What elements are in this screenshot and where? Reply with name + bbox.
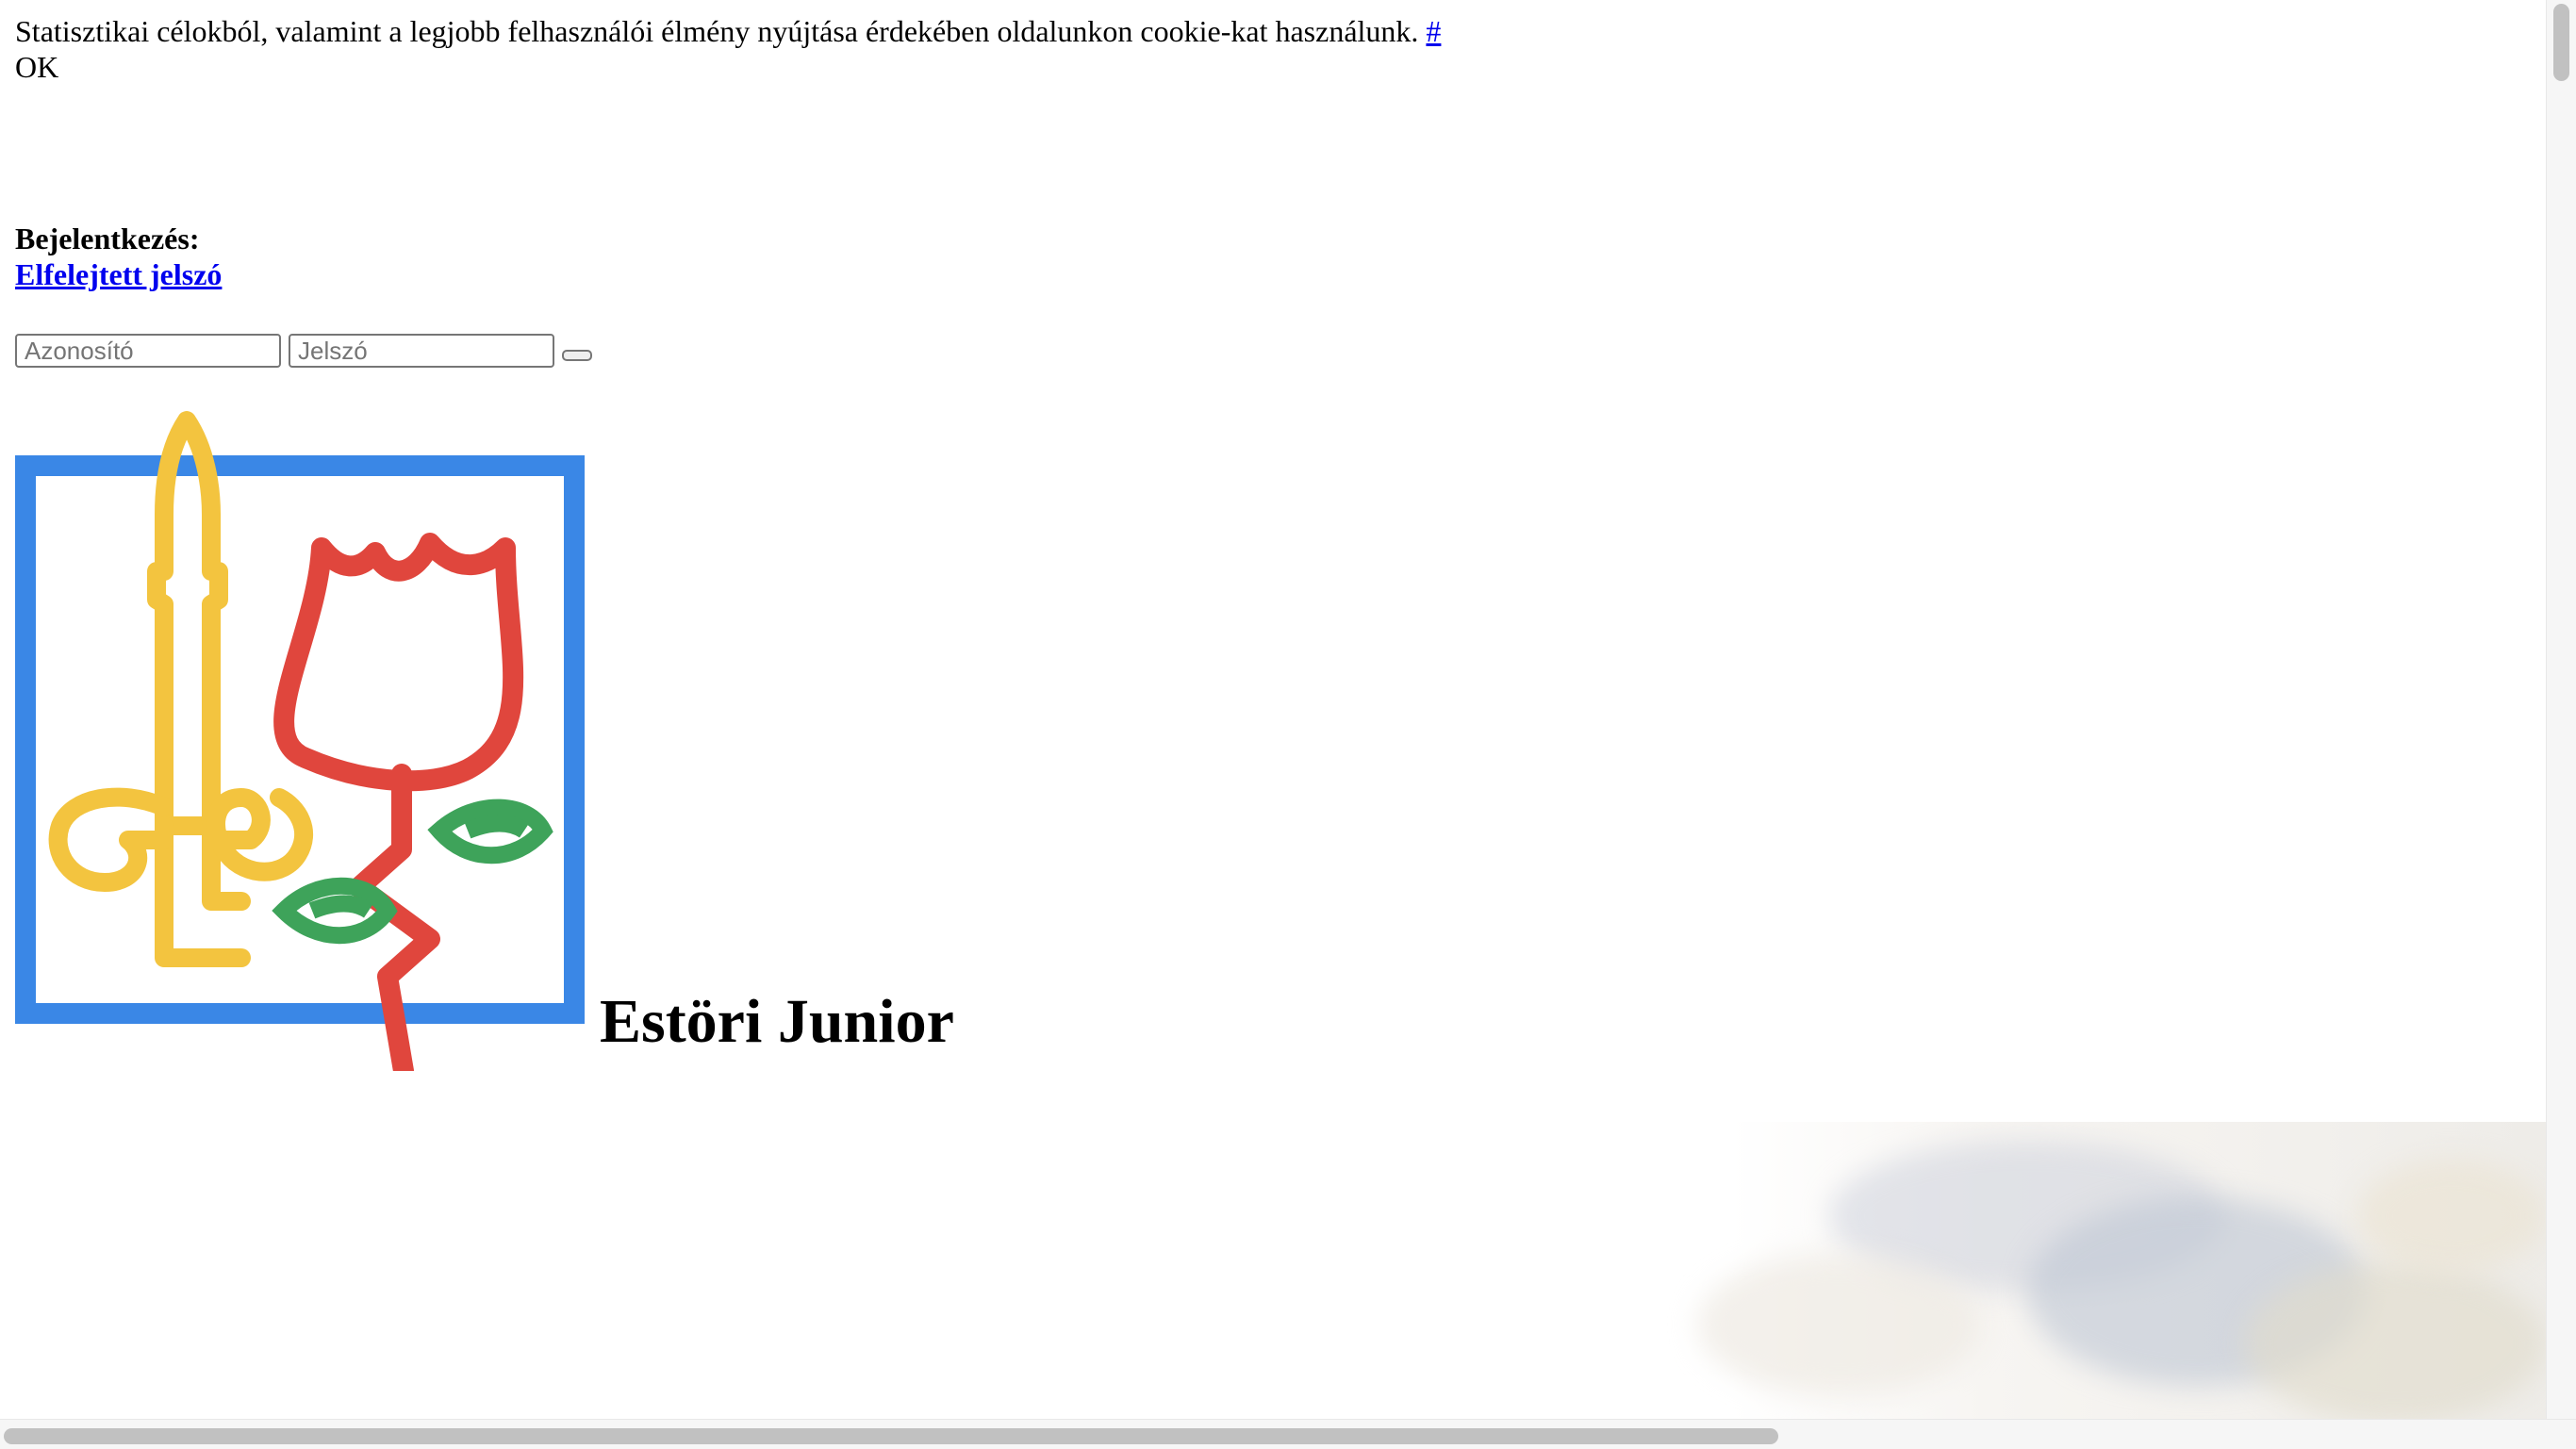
horizontal-scrollbar-thumb[interactable] [4, 1428, 1778, 1444]
horizontal-scrollbar[interactable] [0, 1419, 2576, 1449]
vertical-scrollbar-thumb[interactable] [2553, 4, 2569, 81]
forgot-password-link[interactable]: Elfelejtett jelszó [15, 256, 222, 292]
cloudy-sky-image [0, 1122, 2546, 1419]
cookie-notice-link[interactable]: # [1426, 14, 1441, 48]
login-submit-button[interactable] [562, 350, 592, 361]
site-title: Estöri Junior [600, 987, 954, 1056]
cookie-notice-text: Statisztikai célokból, valamint a legjob… [15, 14, 1419, 48]
login-title: Bejelentkezés: [15, 222, 200, 255]
cookie-ok-button[interactable]: OK [15, 49, 1441, 85]
vertical-scrollbar[interactable] [2546, 0, 2576, 1419]
password-input[interactable] [289, 334, 554, 368]
login-section: Bejelentkezés: Elfelejtett jelszó [15, 221, 222, 292]
brand-header: Estöri Junior [15, 411, 954, 1071]
cookie-notice: Statisztikai célokból, valamint a legjob… [15, 13, 1441, 85]
sword-and-tulip-logo-icon[interactable] [15, 411, 585, 1071]
login-form [15, 334, 592, 368]
page: Statisztikai célokból, valamint a legjob… [0, 0, 2546, 1419]
username-input[interactable] [15, 334, 281, 368]
